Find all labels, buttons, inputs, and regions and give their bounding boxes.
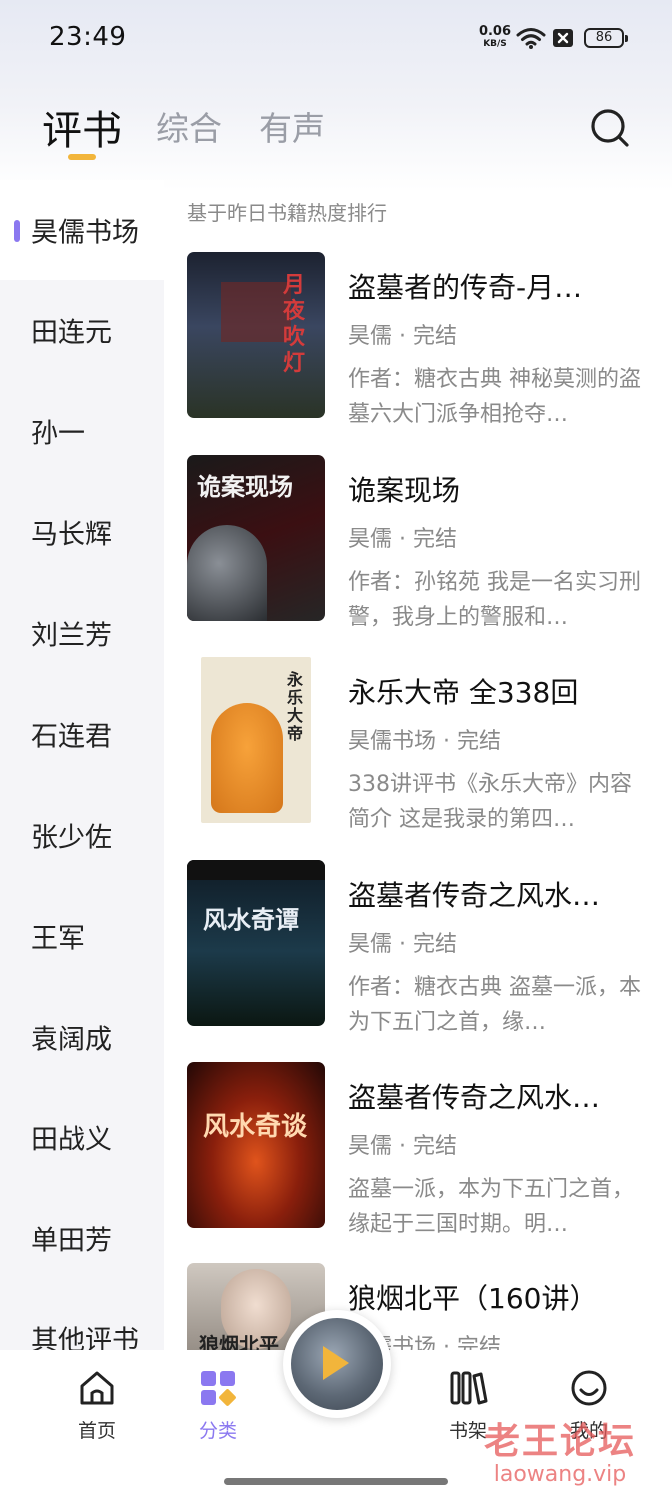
book-item[interactable]: 风水奇谭 盗墓者传奇之风水… 昊儒 · 完结 作者：糖衣古典 盗墓一派，本为下五… bbox=[187, 860, 657, 1035]
cover-title: 风水奇谈 bbox=[203, 1112, 308, 1142]
sidebar-item-machanghui[interactable]: 马长辉 bbox=[0, 482, 164, 582]
sidebar-item-label: 其他评书 bbox=[31, 1325, 139, 1351]
sidebar-item-label: 田战义 bbox=[31, 1124, 112, 1156]
watermark: 老王论坛 laowang.vip bbox=[484, 1412, 636, 1487]
nav-home[interactable]: 首页 bbox=[47, 1368, 147, 1443]
cover-title: 月夜吹灯 bbox=[283, 272, 306, 376]
book-description: 338讲评书《永乐大帝》内容简介 这是我录的第四… bbox=[348, 772, 632, 832]
book-item[interactable]: 月夜吹灯 盗墓者的传奇-月… 昊儒 · 完结 作者：糖衣古典 神秘莫测的盗墓六大… bbox=[187, 252, 657, 427]
nav-label: 分类 bbox=[198, 1420, 237, 1442]
book-item[interactable]: 诡案现场 诡案现场 昊儒 · 完结 作者：孙铭苑 我是一名实习刑警，我身上的警服… bbox=[187, 455, 657, 630]
book-item[interactable]: 风水奇谈 盗墓者传奇之风水… 昊儒 · 完结 盗墓一派，本为下五门之首，缘起于三… bbox=[187, 1062, 657, 1237]
book-cover: 诡案现场 bbox=[187, 455, 325, 621]
network-speed: 0.06 KB/S bbox=[478, 24, 512, 50]
profile-icon bbox=[571, 1370, 607, 1406]
book-meta: 昊儒书场 · 完结 bbox=[348, 729, 501, 754]
book-meta: 昊儒 · 完结 bbox=[348, 932, 457, 957]
cover-title: 风水奇谭 bbox=[203, 905, 299, 934]
sidebar-item-label: 昊儒书场 bbox=[31, 217, 139, 249]
sidebar-item-wangjun[interactable]: 王军 bbox=[0, 886, 164, 986]
bookshelf-icon bbox=[450, 1371, 488, 1405]
cover-art bbox=[211, 703, 283, 813]
watermark-text: 老王论坛 bbox=[484, 1421, 637, 1462]
ranking-subtitle: 基于昨日书籍热度排行 bbox=[187, 201, 387, 225]
sidebar-item-liulanfang[interactable]: 刘兰芳 bbox=[0, 583, 164, 683]
sidebar-item-haoru[interactable]: 昊儒书场 bbox=[0, 180, 164, 280]
sidebar-active-indicator bbox=[14, 220, 20, 242]
cover-banner bbox=[187, 860, 325, 880]
sidebar-item-other[interactable]: 其他评书 bbox=[0, 1288, 164, 1351]
tab-zonghe[interactable]: 综合 bbox=[156, 102, 222, 150]
book-title: 盗墓者传奇之风水… bbox=[348, 1081, 601, 1114]
network-speed-value: 0.06 bbox=[478, 24, 512, 39]
book-description: 作者：糖衣古典 盗墓一派，本为下五门之首，缘… bbox=[348, 975, 641, 1035]
book-title: 盗墓者传奇之风水… bbox=[348, 879, 601, 912]
sidebar-item-shantianfang[interactable]: 单田芳 bbox=[0, 1188, 164, 1288]
book-meta: 昊儒 · 完结 bbox=[348, 324, 457, 349]
book-cover: 月夜吹灯 bbox=[187, 252, 325, 418]
cover-art bbox=[187, 525, 267, 621]
play-icon bbox=[323, 1346, 349, 1380]
sidebar-item-label: 袁阔成 bbox=[31, 1024, 112, 1056]
sidebar-item-label: 刘兰芳 bbox=[31, 620, 112, 652]
watermark-url: laowang.vip bbox=[493, 1462, 627, 1487]
tab-yousheng[interactable]: 有声 bbox=[259, 102, 325, 150]
status-time: 23:49 bbox=[49, 22, 127, 52]
cover-art bbox=[221, 282, 291, 342]
tab-pingshu[interactable]: 评书 bbox=[42, 98, 122, 156]
category-sidebar: 昊儒书场 田连元 孙一 马长辉 刘兰芳 石连君 张少佐 王军 袁阔成 田战义 单… bbox=[0, 180, 164, 1350]
network-speed-unit: KB/S bbox=[483, 39, 507, 49]
sidebar-item-label: 田连元 bbox=[31, 317, 112, 349]
book-cover: 永乐大帝 bbox=[201, 657, 311, 823]
home-icon bbox=[80, 1371, 114, 1405]
battery-icon: 86 bbox=[584, 28, 628, 48]
book-title: 盗墓者的传奇-月… bbox=[348, 271, 583, 304]
active-tab-indicator bbox=[68, 154, 96, 160]
book-meta: 昊儒 · 完结 bbox=[348, 527, 457, 552]
sidebar-item-zhangshaozuo[interactable]: 张少佐 bbox=[0, 785, 164, 885]
no-sim-icon bbox=[553, 29, 573, 47]
cover-title: 诡案现场 bbox=[197, 472, 293, 501]
status-bar: 23:49 0.06 KB/S 86 bbox=[0, 0, 672, 78]
sidebar-item-shilianjun[interactable]: 石连君 bbox=[0, 684, 164, 784]
sidebar-item-label: 马长辉 bbox=[31, 519, 112, 551]
sidebar-item-label: 孙一 bbox=[31, 418, 85, 450]
book-cover: 风水奇谈 bbox=[187, 1062, 325, 1228]
sidebar-item-label: 石连君 bbox=[31, 721, 112, 753]
sidebar-item-tianzhanyi[interactable]: 田战义 bbox=[0, 1087, 164, 1187]
book-cover: 风水奇谭 bbox=[187, 860, 325, 1026]
sidebar-item-sunyi[interactable]: 孙一 bbox=[0, 381, 164, 481]
book-description: 盗墓一派，本为下五门之首，缘起于三国时期。明… bbox=[348, 1177, 635, 1237]
book-description: 作者：糖衣古典 神秘莫测的盗墓六大门派争相抢夺… bbox=[348, 367, 641, 427]
cover-title: 永乐大帝 bbox=[287, 670, 304, 743]
search-icon[interactable] bbox=[588, 106, 632, 150]
book-item[interactable]: 永乐大帝 永乐大帝 全338回 昊儒书场 · 完结 338讲评书《永乐大帝》内容… bbox=[187, 657, 657, 832]
sidebar-item-label: 张少佐 bbox=[31, 822, 112, 854]
book-meta: 昊儒 · 完结 bbox=[348, 1134, 457, 1159]
sidebar-item-label: 单田芳 bbox=[31, 1225, 112, 1257]
battery-level: 86 bbox=[595, 30, 613, 45]
book-title: 诡案现场 bbox=[348, 474, 461, 507]
mini-player-button[interactable] bbox=[283, 1310, 391, 1418]
nav-label: 首页 bbox=[77, 1420, 116, 1442]
book-title: 永乐大帝 全338回 bbox=[348, 676, 579, 709]
book-description: 作者：孙铭苑 我是一名实习刑警，我身上的警服和… bbox=[348, 570, 641, 630]
sidebar-item-tianlianyuan[interactable]: 田连元 bbox=[0, 280, 164, 380]
sidebar-item-yuankuocheng[interactable]: 袁阔成 bbox=[0, 987, 164, 1087]
category-icon bbox=[201, 1371, 236, 1406]
home-indicator[interactable] bbox=[224, 1478, 448, 1485]
wifi-icon bbox=[516, 28, 546, 49]
book-title: 狼烟北平（160讲） bbox=[348, 1282, 598, 1315]
nav-category[interactable]: 分类 bbox=[168, 1368, 268, 1443]
sidebar-item-label: 王军 bbox=[31, 923, 85, 955]
